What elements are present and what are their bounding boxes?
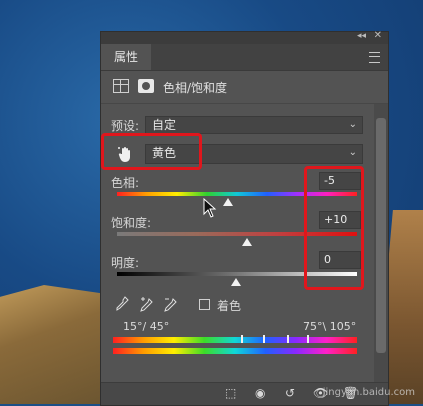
adjustment-layer-icon[interactable] — [113, 79, 129, 93]
tab-properties[interactable]: 属性 — [101, 44, 151, 70]
range-marker-2[interactable] — [263, 335, 265, 343]
range-right-readout: 75°\ 105° — [303, 320, 357, 333]
saturation-slider-thumb[interactable] — [242, 238, 252, 246]
range-left-readout: 15°/ 45° — [123, 320, 170, 333]
adjustment-header: 色相/饱和度 — [101, 71, 388, 104]
source-color-bar — [113, 337, 357, 343]
colorize-checkbox[interactable] — [199, 299, 210, 310]
channel-highlight-box — [101, 133, 202, 170]
saturation-label: 饱和度: — [111, 216, 152, 230]
panel-menu-icon[interactable] — [369, 52, 380, 63]
collapse-icon[interactable]: ◂◂ — [357, 31, 366, 41]
panel-tabbar: 属性 — [101, 44, 388, 71]
values-highlight-box — [304, 166, 364, 290]
eyedropper-icon[interactable] — [115, 296, 129, 312]
view-previous-icon[interactable]: ◉ — [255, 386, 265, 400]
preset-value: 自定 — [152, 118, 177, 132]
eyedropper-add-icon[interactable] — [139, 296, 153, 312]
panel-topbar: ◂◂ ✕ — [101, 30, 388, 44]
adjustment-title: 色相/饱和度 — [163, 81, 228, 95]
watermark-text: jingyan.baidu.com — [322, 387, 415, 398]
close-icon[interactable]: ✕ — [374, 30, 382, 41]
panel-scrollbar-thumb[interactable] — [376, 118, 386, 353]
eyedropper-subtract-icon[interactable] — [163, 296, 177, 312]
lightness-label: 明度: — [111, 256, 140, 270]
chevron-down-icon: ⌄ — [348, 119, 357, 130]
range-marker-3[interactable] — [287, 335, 289, 343]
mouse-cursor-icon — [203, 198, 217, 218]
colorize-label: 着色 — [217, 299, 242, 313]
clip-to-layer-icon[interactable]: ⬚ — [225, 386, 236, 400]
result-color-bar — [113, 348, 357, 354]
lightness-slider-thumb[interactable] — [231, 278, 241, 286]
layer-mask-icon[interactable] — [138, 79, 154, 93]
hue-label: 色相: — [111, 176, 140, 190]
preset-label: 预设: — [111, 119, 140, 133]
chevron-down-icon: ⌄ — [348, 147, 357, 158]
background-land-left — [0, 285, 110, 404]
preset-dropdown[interactable]: 自定 ⌄ — [145, 116, 363, 134]
reset-icon[interactable]: ↺ — [285, 386, 295, 400]
range-marker-1[interactable] — [241, 335, 243, 343]
hue-slider-thumb[interactable] — [223, 198, 233, 206]
range-marker-4[interactable] — [307, 335, 309, 343]
